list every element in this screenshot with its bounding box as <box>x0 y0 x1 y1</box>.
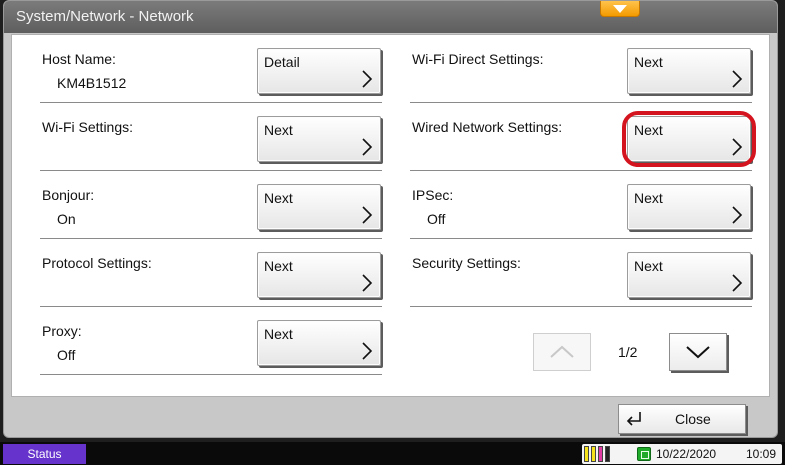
chevron-right-icon <box>362 138 373 156</box>
setting-row-bonjour: Bonjour: On Next <box>40 171 382 239</box>
button-label: Next <box>264 122 293 138</box>
wifi-settings-next-button[interactable]: Next <box>257 116 381 162</box>
chevron-right-icon <box>362 274 373 292</box>
setting-row-wired-network: Wired Network Settings: Next <box>410 103 756 171</box>
memory-card-icon <box>637 447 651 461</box>
page-indicator: 1/2 <box>618 344 638 360</box>
triangle-down-icon <box>613 4 627 13</box>
chevron-up-icon <box>550 345 574 358</box>
chevron-right-icon <box>732 274 743 292</box>
chevron-right-icon <box>362 70 373 88</box>
setting-label: Wi-Fi Settings: <box>42 119 134 135</box>
chevron-right-icon <box>362 206 373 224</box>
button-label: Next <box>264 258 293 274</box>
highlight-ring <box>622 111 756 167</box>
button-label: Next <box>264 190 293 206</box>
setting-label: Host Name: <box>42 51 116 67</box>
setting-row-ipsec: IPSec: Off Next <box>410 171 752 239</box>
proxy-next-button[interactable]: Next <box>257 320 381 366</box>
button-label: Detail <box>264 54 300 70</box>
protocol-settings-next-button[interactable]: Next <box>257 252 381 298</box>
setting-row-host-name: Host Name: KM4B1512 Detail <box>40 35 382 103</box>
toner-segment <box>591 446 596 462</box>
page-down-button[interactable] <box>669 333 727 371</box>
status-bar: Status 10/22/2020 10:09 <box>0 442 785 465</box>
button-label: Next <box>634 190 663 206</box>
expand-tab-button[interactable] <box>600 1 640 17</box>
setting-row-wifi-direct: Wi-Fi Direct Settings: Next <box>410 35 752 103</box>
toner-segment <box>598 446 603 462</box>
toner-level-icon <box>584 446 612 462</box>
setting-label: Wired Network Settings: <box>412 119 563 135</box>
setting-row-proxy: Proxy: Off Next <box>40 307 382 375</box>
page-up-button[interactable] <box>533 333 591 371</box>
security-settings-next-button[interactable]: Next <box>627 252 751 298</box>
status-date: 10/22/2020 <box>656 447 717 461</box>
setting-value: Off <box>427 211 446 227</box>
close-label: Close <box>675 411 711 427</box>
setting-label: Security Settings: <box>412 255 521 271</box>
wifi-direct-next-button[interactable]: Next <box>627 48 751 94</box>
setting-label: Bonjour: <box>42 187 95 203</box>
button-label: Next <box>634 54 663 70</box>
chevron-down-icon <box>686 346 710 359</box>
setting-row-wifi: Wi-Fi Settings: Next <box>40 103 382 171</box>
settings-panel: Host Name: KM4B1512 Detail Wi-Fi Setting… <box>11 34 770 397</box>
window-title: System/Network - Network <box>4 1 777 33</box>
host-name-detail-button[interactable]: Detail <box>257 48 381 94</box>
ipsec-next-button[interactable]: Next <box>627 184 751 230</box>
status-button[interactable]: Status <box>3 444 86 464</box>
setting-label: Wi-Fi Direct Settings: <box>412 51 544 67</box>
setting-row-protocol: Protocol Settings: Next <box>40 239 382 307</box>
close-button[interactable]: Close <box>618 404 746 434</box>
setting-label: Proxy: <box>42 323 82 339</box>
button-label: Next <box>264 326 293 342</box>
button-label: Next <box>634 258 663 274</box>
setting-value: KM4B1512 <box>57 75 127 91</box>
chevron-right-icon <box>732 206 743 224</box>
status-time: 10:09 <box>746 447 777 461</box>
main-window: System/Network - Network Host Name: KM4B… <box>3 0 778 438</box>
chevron-right-icon <box>732 70 743 88</box>
toner-segment <box>605 446 610 462</box>
toner-segment <box>584 446 589 462</box>
status-indicators: 10/22/2020 10:09 <box>582 444 782 464</box>
return-arrow-icon <box>626 412 641 426</box>
chevron-right-icon <box>362 342 373 360</box>
setting-label: IPSec: <box>412 187 454 203</box>
setting-row-security: Security Settings: Next <box>410 239 752 307</box>
setting-label: Protocol Settings: <box>42 255 152 271</box>
bonjour-next-button[interactable]: Next <box>257 184 381 230</box>
setting-value: On <box>57 211 76 227</box>
setting-value: Off <box>57 347 76 363</box>
